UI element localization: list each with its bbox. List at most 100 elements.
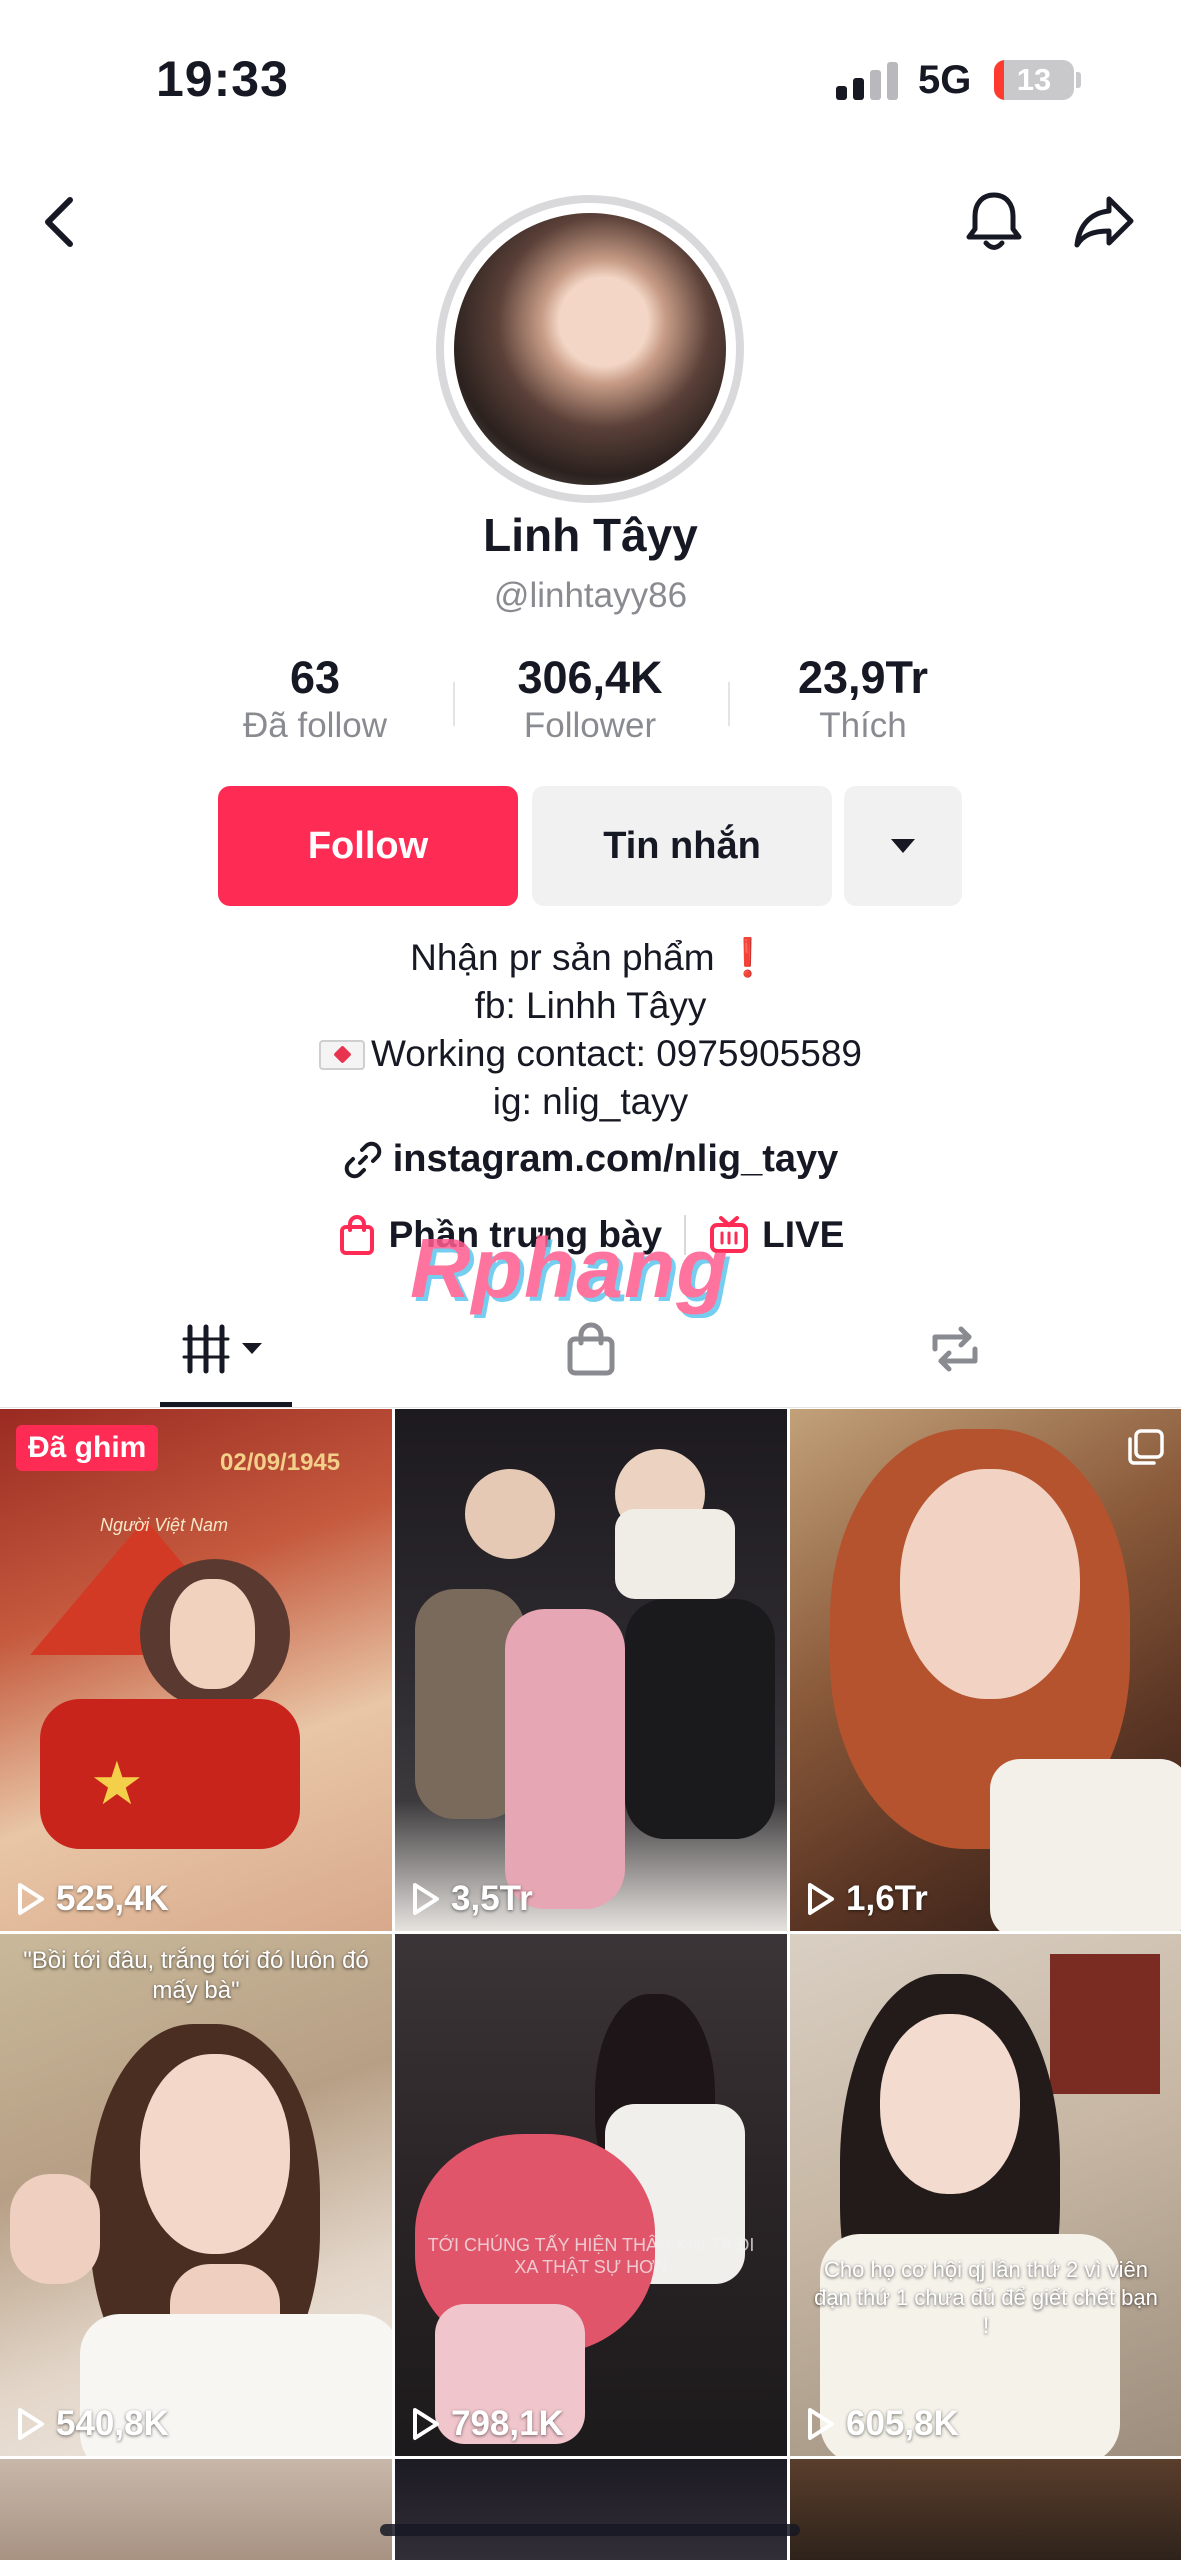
home-indicator[interactable]: [380, 2524, 800, 2536]
stat-followers[interactable]: 306,4K Follower: [460, 652, 720, 746]
play-icon: [808, 1883, 834, 1915]
face-shape: [880, 2014, 1020, 2194]
shopping-bag-icon: [339, 1215, 374, 1255]
tab-shop[interactable]: [394, 1290, 788, 1408]
tab-videos[interactable]: [30, 1290, 424, 1408]
view-count: 1,6Tr: [806, 1879, 928, 1919]
showcase-link[interactable]: Phần trưng bày: [337, 1214, 663, 1256]
stat-label: Thích: [819, 706, 907, 745]
video-tile[interactable]: 1,6Tr: [790, 1409, 1181, 1931]
live-label: LIVE: [762, 1214, 845, 1255]
follow-button[interactable]: Follow: [218, 786, 518, 906]
hand-shape: [10, 2174, 100, 2284]
link-icon: [344, 1141, 381, 1178]
stat-divider: [728, 682, 730, 726]
caret-down-icon: [891, 839, 915, 853]
view-count-text: 525,4K: [56, 1879, 169, 1918]
person-shape: [625, 1599, 775, 1839]
photo-carousel-icon: [1126, 1427, 1166, 1472]
avatar[interactable]: [436, 195, 744, 503]
pinned-badge: Đã ghim: [16, 1425, 159, 1471]
showcase-label: Phần trưng bày: [388, 1214, 663, 1255]
view-count-text: 540,8K: [56, 2404, 169, 2443]
video-tile[interactable]: [395, 2459, 787, 2560]
back-button[interactable]: [20, 182, 100, 262]
tile-caption: TỚI CHÚNG TẤY HIỆN THÂN KHI TA ĐI XA THẬ…: [427, 2235, 755, 2277]
bio-line: Working contact: 0975905589: [0, 1030, 1181, 1078]
person-shape: [465, 1469, 555, 1559]
bio-line: Nhận pr sản phẩm ❗: [0, 934, 1181, 982]
view-count-text: 3,5Tr: [451, 1879, 533, 1918]
tile-caption: Cho họ cơ hội qj lần thứ 2 vì viên đạn t…: [814, 2257, 1158, 2338]
tile-caption: Người Việt Nam: [100, 1515, 228, 1535]
live-link[interactable]: LIVE: [708, 1214, 844, 1256]
play-icon: [18, 2408, 44, 2440]
video-tile[interactable]: [0, 2459, 392, 2560]
bio-text: fb: Linhh Tâyy: [474, 985, 707, 1026]
video-tile[interactable]: [790, 2459, 1181, 2560]
view-count: 540,8K: [16, 2404, 169, 2444]
live-tv-icon: [710, 1216, 749, 1253]
sign-text: 02/09/1945: [220, 1449, 341, 1476]
network-type: 5G: [918, 58, 972, 102]
video-tile[interactable]: TỚI CHÚNG TẤY HIỆN THÂN KHI TA ĐI XA THẬ…: [395, 1934, 787, 2456]
video-tile[interactable]: Cho họ cơ hội qj lần thứ 2 vì viên đạn t…: [790, 1934, 1181, 2456]
play-icon: [808, 2408, 834, 2440]
notification-button[interactable]: [954, 182, 1034, 262]
profile-link[interactable]: instagram.com/nlig_tayy: [0, 1138, 1181, 1181]
bio-text: Working contact: 0975905589: [371, 1033, 862, 1074]
share-button[interactable]: [1064, 182, 1144, 262]
profile-link-text: instagram.com/nlig_tayy: [392, 1138, 839, 1180]
wall-frame-shape: [1050, 1954, 1160, 2094]
bio: Nhận pr sản phẩm ❗ fb: Linhh Tâyy Workin…: [0, 934, 1181, 1126]
avatar-image: [454, 213, 726, 485]
tab-reposts[interactable]: [758, 1290, 1152, 1408]
love-letter-icon: [319, 1040, 366, 1070]
flag-shape: [40, 1699, 300, 1849]
view-count: 525,4K: [16, 1879, 169, 1919]
message-button[interactable]: Tin nhắn: [532, 786, 832, 906]
bio-text: Nhận pr sản phẩm: [410, 937, 715, 978]
view-count: 798,1K: [411, 2404, 564, 2444]
stat-label: Đã follow: [243, 706, 387, 745]
battery-percent: 13: [1016, 62, 1052, 97]
battery-icon: 13: [994, 60, 1074, 100]
face-shape: [170, 1579, 255, 1689]
person-shape: [615, 1509, 735, 1599]
view-count-text: 605,8K: [846, 2404, 959, 2443]
stat-divider: [453, 682, 455, 726]
profile-stats: 63 Đã follow 306,4K Follower 23,9Tr Thíc…: [0, 652, 1181, 752]
view-count: 3,5Tr: [411, 1879, 533, 1919]
person-shape: [505, 1609, 625, 1909]
profile-extras: Phần trưng bày LIVE: [0, 1214, 1181, 1256]
chevron-left-icon: [45, 197, 73, 247]
stat-value: 23,9Tr: [797, 652, 929, 703]
content-tabs: [0, 1290, 1181, 1408]
exclamation-icon: ❗: [724, 937, 771, 978]
video-tile[interactable]: "Bồi tới đâu, trắng tới đó luôn đó mấy b…: [0, 1934, 392, 2456]
stat-value: 63: [289, 652, 341, 703]
status-time: 19:33: [156, 51, 289, 107]
battery-cap: [1076, 72, 1081, 88]
display-name: Linh Tâyy: [483, 509, 698, 561]
stat-following[interactable]: 63 Đã follow: [185, 652, 445, 746]
stat-likes[interactable]: 23,9Tr Thích: [733, 652, 993, 746]
star-icon: ★: [90, 1750, 144, 1817]
shopping-bag-icon: [567, 1322, 615, 1376]
clothing-shape: [990, 1759, 1181, 1931]
view-count: 605,8K: [806, 2404, 959, 2444]
video-tile[interactable]: ★ 02/09/1945 Người Việt Nam Đã ghim 525,…: [0, 1409, 392, 1931]
video-tile[interactable]: 3,5Tr: [395, 1409, 787, 1931]
share-arrow-icon: [1074, 196, 1134, 248]
username: @linhtayy86: [493, 576, 688, 615]
tab-active-indicator: [160, 1402, 292, 1407]
stat-label: Follower: [523, 706, 657, 745]
view-count-text: 798,1K: [451, 2404, 564, 2443]
more-options-button[interactable]: [844, 786, 962, 906]
bio-text: ig: nlig_tayy: [492, 1081, 689, 1122]
face-shape: [900, 1469, 1080, 1699]
play-icon: [413, 1883, 439, 1915]
status-bar: 19:33 5G 13: [0, 0, 1181, 150]
extras-divider: [684, 1215, 687, 1255]
signal-icon: [836, 62, 898, 100]
